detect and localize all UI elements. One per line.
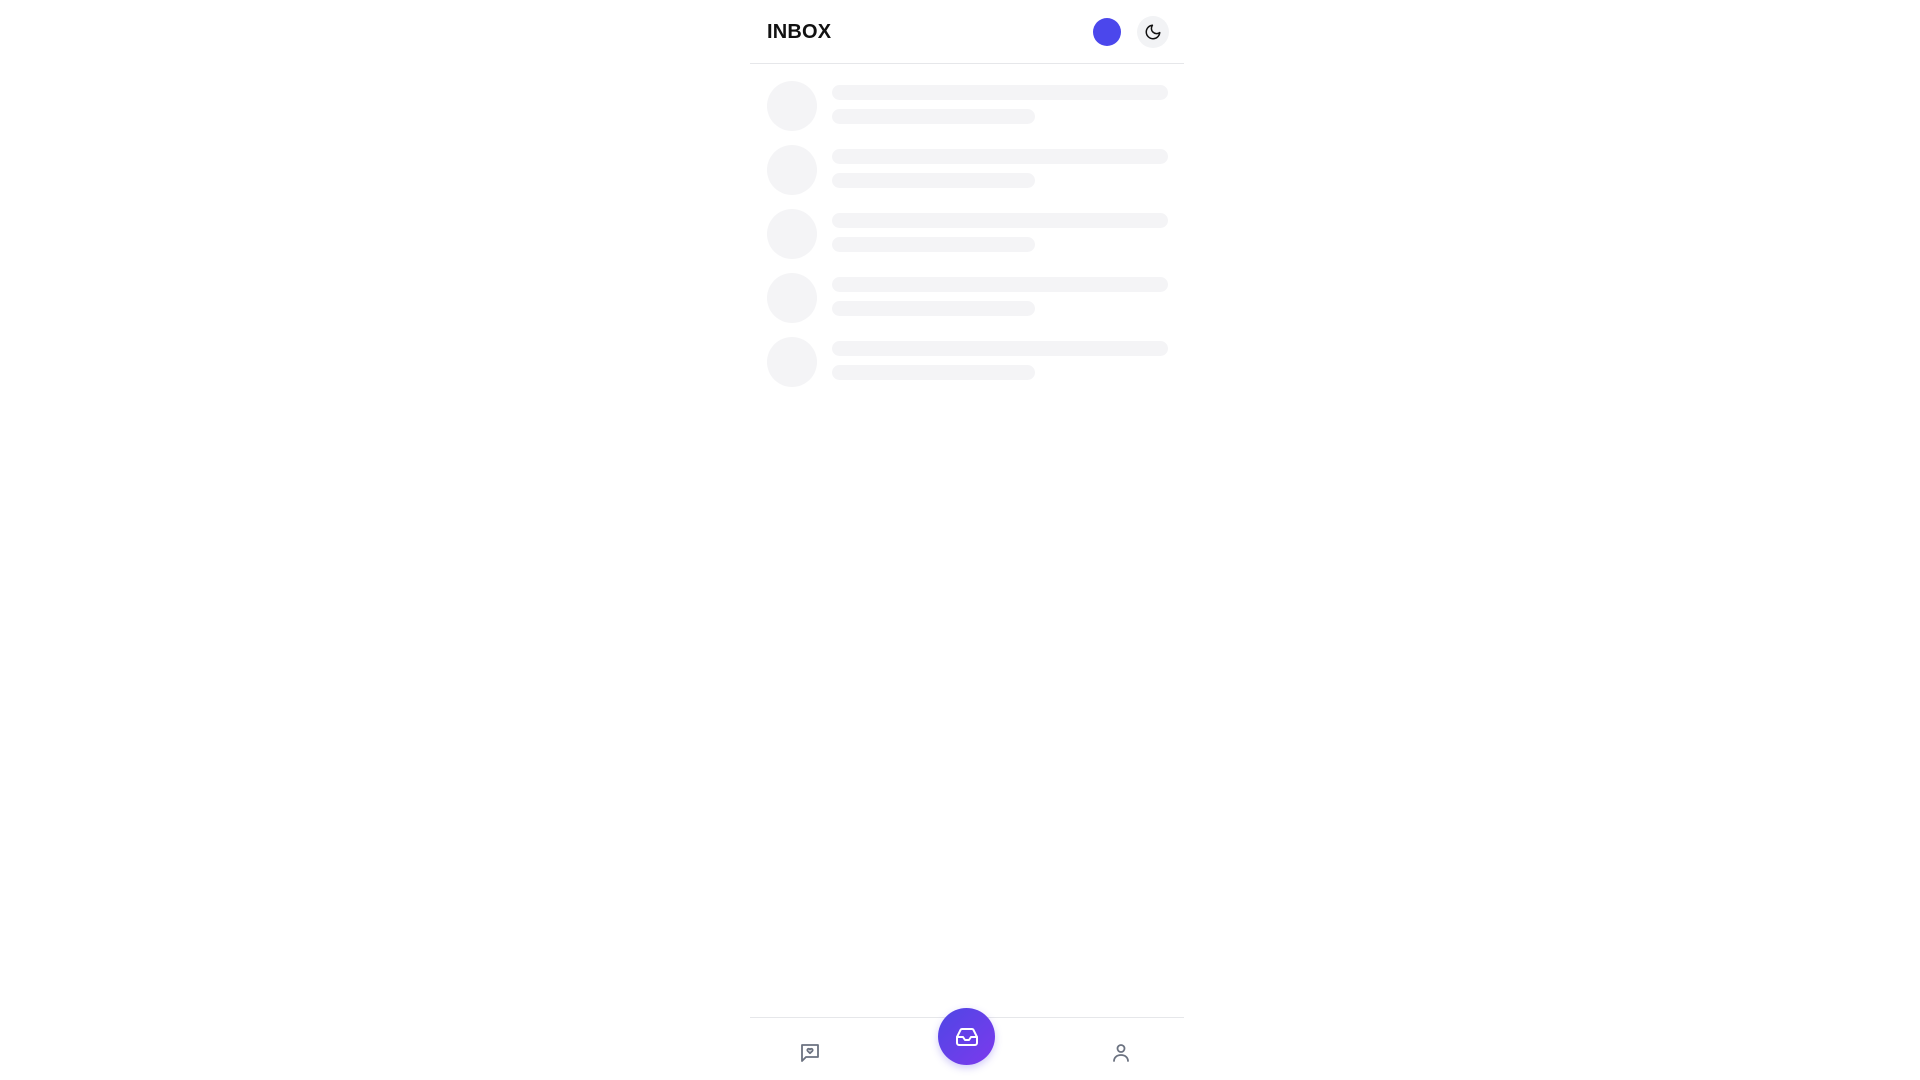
list-item-skeleton bbox=[767, 145, 1168, 195]
title-placeholder bbox=[832, 85, 1168, 100]
list-item-skeleton bbox=[767, 337, 1168, 387]
title-placeholder bbox=[832, 149, 1168, 164]
list-item-skeleton bbox=[767, 273, 1168, 323]
avatar[interactable] bbox=[1093, 18, 1121, 46]
avatar-placeholder bbox=[767, 145, 817, 195]
app-window: INBOX bbox=[750, 0, 1184, 1080]
subtitle-placeholder bbox=[832, 173, 1035, 188]
header-bar: INBOX bbox=[750, 0, 1184, 64]
message-list-skeleton bbox=[767, 81, 1168, 401]
avatar-placeholder bbox=[767, 273, 817, 323]
inbox-tray-icon bbox=[955, 1025, 979, 1049]
avatar-placeholder bbox=[767, 337, 817, 387]
list-item-skeleton bbox=[767, 209, 1168, 259]
page-title: INBOX bbox=[767, 21, 832, 43]
nav-inbox-button[interactable] bbox=[938, 1008, 995, 1065]
moon-icon bbox=[1144, 23, 1162, 41]
subtitle-placeholder bbox=[832, 237, 1035, 252]
subtitle-placeholder bbox=[832, 301, 1035, 316]
title-placeholder bbox=[832, 213, 1168, 228]
nav-profile-button[interactable] bbox=[1105, 1037, 1137, 1069]
subtitle-placeholder bbox=[832, 365, 1035, 380]
avatar-placeholder bbox=[767, 209, 817, 259]
nav-messages-button[interactable] bbox=[794, 1037, 826, 1069]
message-heart-icon bbox=[798, 1041, 822, 1065]
subtitle-placeholder bbox=[832, 109, 1035, 124]
title-placeholder bbox=[832, 277, 1168, 292]
theme-toggle-button[interactable] bbox=[1137, 16, 1169, 48]
title-placeholder bbox=[832, 341, 1168, 356]
user-icon bbox=[1109, 1041, 1133, 1065]
list-item-skeleton bbox=[767, 81, 1168, 131]
avatar-placeholder bbox=[767, 81, 817, 131]
